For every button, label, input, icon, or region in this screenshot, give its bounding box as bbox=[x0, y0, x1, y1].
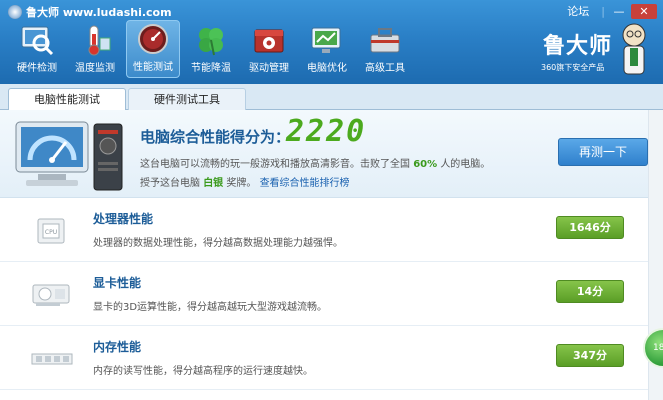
list-item-cpu: CPU 处理器性能 处理器的数据处理性能，得分越高数据处理能力越强悍。 1646… bbox=[0, 198, 648, 262]
list-item-memory: 内存性能 内存的读写性能，得分越高程序的运行速度越快。 347分 bbox=[0, 326, 648, 390]
tool-label: 驱动管理 bbox=[249, 63, 289, 74]
minimize-button[interactable]: — bbox=[609, 4, 629, 19]
main-toolbar: 硬件检测 温度监测 性能测试 节能降温 驱动管理 电脑优化 高级工具 bbox=[10, 20, 412, 78]
app-title-text: 鲁大师 www.ludashi.com bbox=[26, 6, 172, 19]
item-description: 显卡的3D运算性能，得分越高越玩大型游戏越流畅。 bbox=[93, 302, 328, 313]
memory-icon bbox=[31, 353, 73, 365]
tool-temperature[interactable]: 温度监测 bbox=[68, 20, 122, 78]
item-description: 内存的读写性能，得分越高程序的运行速度越快。 bbox=[93, 366, 313, 377]
cpu-icon: CPU bbox=[37, 218, 65, 244]
top-banner: 鲁大师 www.ludashi.com 论坛 | — ✕ 硬件检测 温度监测 性… bbox=[0, 0, 663, 84]
list-item-gpu: 显卡性能 显卡的3D运算性能，得分越高越玩大型游戏越流畅。 14分 bbox=[0, 262, 648, 326]
beat-percentage: 60% bbox=[413, 159, 438, 170]
speedometer-icon bbox=[135, 22, 171, 56]
total-score: 2220 bbox=[286, 114, 367, 149]
content-panel: 电脑综合性能得分为： 2220 这台电脑可以流畅的玩一般游戏和播放高清影音。击败… bbox=[0, 110, 663, 400]
tool-advanced[interactable]: 高级工具 bbox=[358, 20, 412, 78]
tab-performance-test[interactable]: 电脑性能测试 bbox=[8, 88, 126, 111]
item-description: 处理器的数据处理性能，得分越高数据处理能力越强悍。 bbox=[93, 238, 343, 249]
window-controls: 论坛 | — ✕ bbox=[567, 3, 657, 19]
svg-text:CPU: CPU bbox=[45, 229, 57, 236]
gear-box-icon bbox=[251, 23, 287, 57]
toolbox-icon bbox=[367, 23, 403, 57]
forum-link[interactable]: 论坛 bbox=[567, 3, 589, 19]
item-title: 内存性能 bbox=[93, 340, 142, 354]
magnifier-icon bbox=[19, 23, 55, 57]
tool-optimization[interactable]: 电脑优化 bbox=[300, 20, 354, 78]
item-title: 显卡性能 bbox=[93, 276, 142, 290]
tool-label: 硬件检测 bbox=[17, 63, 57, 74]
graphics-card-icon bbox=[32, 284, 70, 306]
tool-label: 温度监测 bbox=[75, 63, 115, 74]
thermometer-icon bbox=[77, 23, 113, 57]
tool-energy-saving[interactable]: 节能降温 bbox=[184, 20, 238, 78]
tool-label: 性能测试 bbox=[133, 62, 173, 73]
award-line: 授予这台电脑 白银 奖牌。 查看综合性能排行榜 bbox=[140, 178, 350, 189]
brand-title: 鲁大师 bbox=[543, 33, 613, 59]
tool-label: 高级工具 bbox=[365, 63, 405, 74]
close-button[interactable]: ✕ bbox=[631, 3, 657, 19]
brand-subtitle: 360旗下安全产品 bbox=[541, 63, 605, 72]
item-score-badge[interactable]: 14分 bbox=[556, 280, 624, 303]
brand-logo: 鲁大师 360旗下安全产品 bbox=[539, 22, 649, 82]
item-score-badge[interactable]: 1646分 bbox=[556, 216, 624, 239]
clover-icon bbox=[193, 23, 229, 57]
tab-hardware-test-tools[interactable]: 硬件测试工具 bbox=[128, 88, 246, 110]
tool-label: 节能降温 bbox=[191, 63, 231, 74]
medal-level: 白银 bbox=[203, 178, 224, 189]
mascot-icon bbox=[622, 23, 646, 75]
summary-description: 这台电脑可以流畅的玩一般游戏和播放高清影音。击败了全国 60% 人的电脑。 bbox=[140, 159, 491, 170]
app-title: 鲁大师 www.ludashi.com bbox=[8, 4, 172, 20]
summary-panel: 电脑综合性能得分为： 2220 这台电脑可以流畅的玩一般游戏和播放高清影音。击败… bbox=[0, 110, 663, 198]
app-logo-icon bbox=[8, 5, 22, 19]
tool-hardware-detect[interactable]: 硬件检测 bbox=[10, 20, 64, 78]
item-title: 处理器性能 bbox=[93, 212, 154, 226]
tool-performance-test[interactable]: 性能测试 bbox=[126, 20, 180, 78]
item-score-badge[interactable]: 347分 bbox=[556, 344, 624, 367]
retest-button[interactable]: 再测一下 bbox=[558, 138, 648, 166]
computer-speedometer-icon bbox=[15, 121, 123, 191]
tab-strip: 电脑性能测试 硬件测试工具 bbox=[0, 84, 663, 111]
tool-driver-management[interactable]: 驱动管理 bbox=[242, 20, 296, 78]
tool-label: 电脑优化 bbox=[307, 63, 347, 74]
summary-title: 电脑综合性能得分为： bbox=[140, 128, 291, 146]
ranking-link[interactable]: 查看综合性能排行榜 bbox=[260, 178, 350, 189]
monitor-icon bbox=[309, 23, 345, 57]
